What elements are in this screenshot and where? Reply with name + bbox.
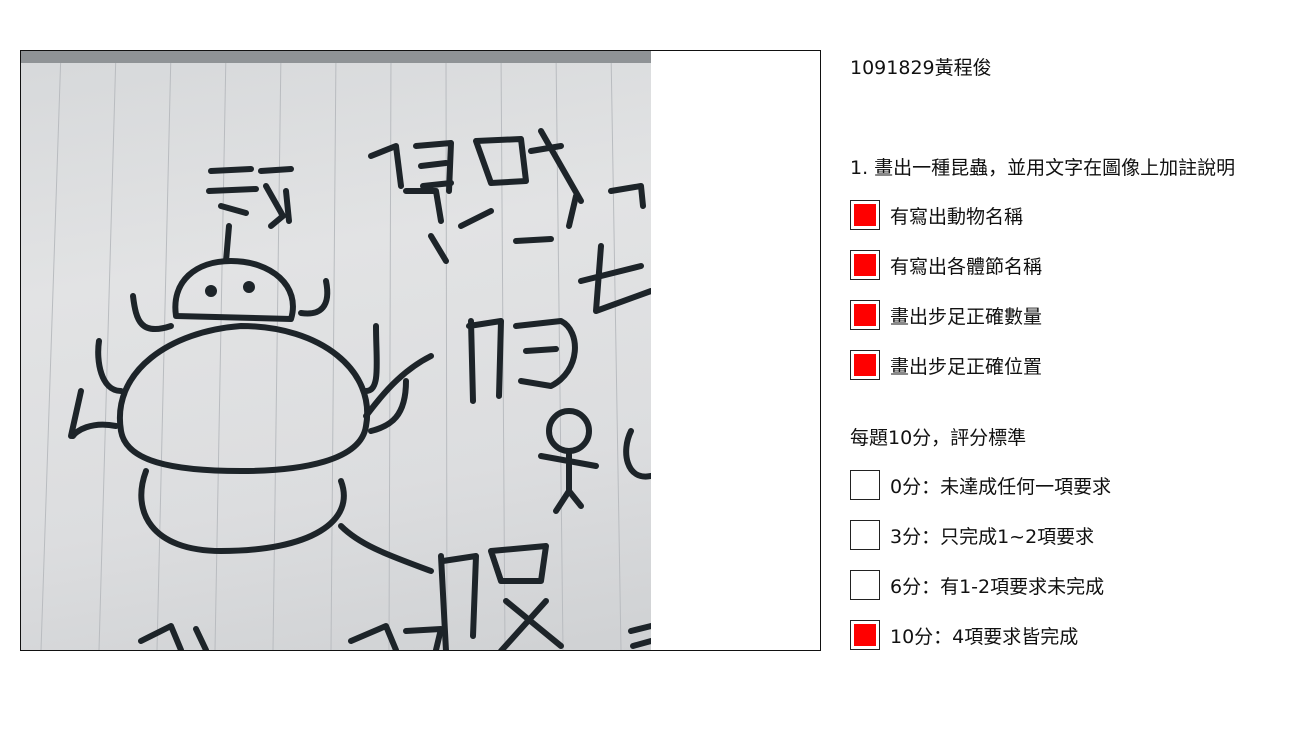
criterion-label: 畫出步足正確數量: [890, 305, 1043, 328]
criterion-checkbox[interactable]: [850, 250, 880, 280]
criterion-label: 有寫出各體節名稱: [890, 255, 1043, 278]
score-checkbox[interactable]: [850, 620, 880, 650]
score-checkbox[interactable]: [850, 470, 880, 500]
score-label: 10分：4項要求皆完成: [890, 625, 1079, 648]
page: 1091829黃程俊 1. 畫出一種昆蟲，並用文字在圖像上加註說明 有寫出動物名…: [0, 0, 1300, 750]
score-label: 3分：只完成1~2項要求: [890, 525, 1095, 548]
criterion-item[interactable]: 有寫出動物名稱: [850, 200, 1023, 230]
student-name: 1091829黃程俊: [850, 57, 992, 79]
criterion-item[interactable]: 有寫出各體節名稱: [850, 250, 1042, 280]
criterion-checkbox[interactable]: [850, 200, 880, 230]
handwritten-ant-drawing: [21, 51, 651, 650]
score-label: 6分：有1-2項要求未完成: [890, 575, 1105, 598]
criterion-item[interactable]: 畫出步足正確數量: [850, 300, 1042, 330]
score-option[interactable]: 0分：未達成任何一項要求: [850, 470, 1111, 500]
criterion-label: 有寫出動物名稱: [890, 205, 1024, 228]
criterion-checkbox[interactable]: [850, 300, 880, 330]
criterion-label: 畫出步足正確位置: [890, 355, 1043, 378]
image-frame: [20, 50, 821, 651]
score-checkbox[interactable]: [850, 520, 880, 550]
score-option[interactable]: 10分：4項要求皆完成: [850, 620, 1078, 650]
score-option[interactable]: 3分：只完成1~2項要求: [850, 520, 1094, 550]
criterion-item[interactable]: 畫出步足正確位置: [850, 350, 1042, 380]
question-title: 1. 畫出一種昆蟲，並用文字在圖像上加註說明: [850, 157, 1236, 179]
score-label: 0分：未達成任何一項要求: [890, 475, 1112, 498]
insect-drawing-photo: [21, 51, 651, 650]
score-checkbox[interactable]: [850, 570, 880, 600]
score-criteria-title: 每題10分，評分標準: [850, 427, 1027, 449]
criterion-checkbox[interactable]: [850, 350, 880, 380]
score-option[interactable]: 6分：有1-2項要求未完成: [850, 570, 1104, 600]
